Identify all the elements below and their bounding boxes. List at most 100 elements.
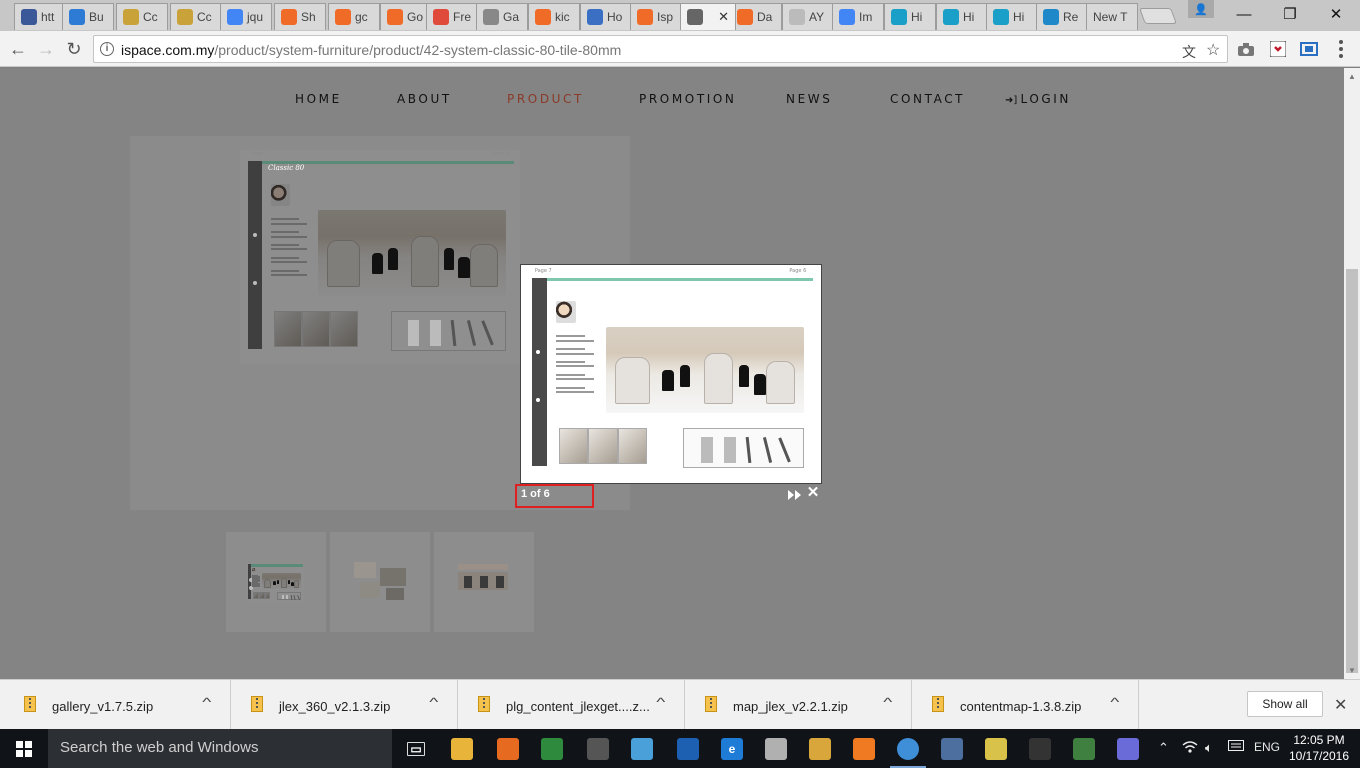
taskbar-app[interactable] bbox=[530, 729, 574, 768]
catalog-component bbox=[408, 320, 420, 346]
forward-button[interactable]: → bbox=[34, 37, 58, 61]
catalog-components-panel bbox=[391, 310, 506, 352]
scroll-up-arrow[interactable]: ▲ bbox=[1348, 72, 1356, 81]
back-button[interactable]: ← bbox=[6, 37, 30, 61]
taskbar-app[interactable] bbox=[1106, 729, 1150, 768]
catalog-text-line bbox=[555, 335, 586, 338]
browser-tab[interactable]: gc bbox=[328, 3, 380, 30]
taskbar-app[interactable] bbox=[974, 729, 1018, 768]
show-all-downloads-button[interactable]: Show all bbox=[1247, 691, 1323, 717]
taskbar-search-box[interactable]: Search the web and Windows bbox=[48, 729, 392, 768]
nav-link-promotion[interactable]: PROMOTION bbox=[639, 92, 737, 106]
browser-tab[interactable]: Bu bbox=[62, 3, 114, 30]
camera-extension-icon[interactable] bbox=[1236, 39, 1256, 59]
browser-tab[interactable]: Isp bbox=[630, 3, 682, 30]
browser-tab[interactable]: Hi bbox=[936, 3, 988, 30]
browser-tab[interactable]: AY bbox=[782, 3, 834, 30]
browser-tab[interactable]: Hi bbox=[986, 3, 1038, 30]
bookmark-star-icon[interactable]: ☆ bbox=[1206, 40, 1220, 60]
catalog-text-line bbox=[555, 339, 595, 342]
address-bar[interactable]: i ispace.com.my/product/system-furniture… bbox=[93, 35, 1228, 63]
catalog-text-line bbox=[252, 585, 260, 588]
pocket-extension-icon[interactable] bbox=[1268, 39, 1288, 59]
scroll-down-arrow[interactable]: ▼ bbox=[1348, 666, 1356, 675]
browser-tab[interactable]: Cc bbox=[170, 3, 222, 30]
browser-tab[interactable]: Ga bbox=[476, 3, 528, 30]
minimize-button[interactable]: — bbox=[1224, 0, 1264, 28]
browser-tab[interactable]: Cc bbox=[116, 3, 168, 30]
browser-tab[interactable]: Im bbox=[832, 3, 884, 30]
volume-icon[interactable]: 🔈︎ bbox=[1205, 740, 1213, 756]
nav-link-product[interactable]: PRODUCT bbox=[507, 92, 584, 106]
chevron-up-icon[interactable]: ^ bbox=[202, 695, 211, 709]
url-text[interactable]: ispace.com.my/product/system-furniture/p… bbox=[121, 42, 621, 58]
browser-tab[interactable]: jqu bbox=[220, 3, 272, 30]
download-item[interactable]: plg_content_jlexget....z... ^ bbox=[458, 680, 685, 730]
browser-menu-button[interactable] bbox=[1335, 39, 1347, 59]
browser-tab[interactable]: Da bbox=[730, 3, 782, 30]
chevron-up-icon[interactable]: ^ bbox=[656, 695, 665, 709]
tab-close-icon[interactable]: ✕ bbox=[718, 9, 729, 25]
taskbar-app[interactable] bbox=[666, 729, 710, 768]
taskbar-app[interactable] bbox=[576, 729, 620, 768]
taskbar-app[interactable] bbox=[754, 729, 798, 768]
system-clock[interactable]: 12:05 PM 10/17/2016 bbox=[1283, 732, 1355, 764]
taskbar-app[interactable] bbox=[1062, 729, 1106, 768]
catalog-desk bbox=[765, 361, 796, 404]
taskbar-app[interactable] bbox=[798, 729, 842, 768]
nav-link-login[interactable]: ➜] LOGIN bbox=[1005, 92, 1071, 106]
download-item[interactable]: gallery_v1.7.5.zip ^ bbox=[4, 680, 231, 730]
browser-tab[interactable]: Fre bbox=[426, 3, 478, 30]
wifi-icon[interactable] bbox=[1182, 740, 1198, 757]
browser-tab[interactable]: htt bbox=[14, 3, 66, 30]
lightbox-close-icon[interactable]: ✕ bbox=[806, 485, 820, 500]
notifications-icon[interactable] bbox=[1228, 740, 1244, 757]
start-button[interactable] bbox=[0, 729, 48, 768]
taskbar-app[interactable]: ▭ bbox=[394, 729, 438, 768]
download-shelf-close-icon[interactable]: ✕ bbox=[1334, 695, 1347, 715]
screen-capture-extension-icon[interactable] bbox=[1299, 39, 1319, 59]
download-item[interactable]: contentmap-1.3.8.zip ^ bbox=[912, 680, 1139, 730]
gallery-thumbnail-3[interactable] bbox=[434, 532, 534, 632]
chevron-up-icon[interactable]: ^ bbox=[1110, 695, 1119, 709]
slideshow-play-icon[interactable] bbox=[787, 488, 803, 501]
browser-tab[interactable]: Sh bbox=[274, 3, 326, 30]
taskbar-app[interactable] bbox=[886, 729, 930, 768]
taskbar-app[interactable] bbox=[440, 729, 484, 768]
chevron-up-icon[interactable]: ^ bbox=[429, 695, 438, 709]
gallery-thumbnail-2[interactable] bbox=[330, 532, 430, 632]
browser-tab[interactable]: kic bbox=[528, 3, 580, 30]
nav-link-contact[interactable]: CONTACT bbox=[890, 92, 965, 106]
translate-icon[interactable]: 文 bbox=[1182, 42, 1196, 62]
taskbar-app[interactable] bbox=[620, 729, 664, 768]
new-tab-button[interactable] bbox=[1139, 8, 1177, 24]
browser-tab[interactable]: Re bbox=[1036, 3, 1088, 30]
nav-link-about[interactable]: ABOUT bbox=[397, 92, 452, 106]
taskbar-app[interactable]: e bbox=[710, 729, 754, 768]
window-close-button[interactable]: ✕ bbox=[1316, 0, 1356, 28]
browser-tab[interactable]: ✕ bbox=[680, 3, 736, 30]
profile-button[interactable]: 👤 bbox=[1188, 0, 1214, 18]
download-item[interactable]: jlex_360_v2.1.3.zip ^ bbox=[231, 680, 458, 730]
browser-tab[interactable]: Hi bbox=[884, 3, 936, 30]
tray-overflow-chevron-icon[interactable]: ⌃ bbox=[1158, 740, 1169, 756]
browser-tab[interactable]: Go bbox=[380, 3, 432, 30]
gallery-thumbnail-1[interactable] bbox=[226, 532, 326, 632]
page-scrollbar[interactable]: ▲ ▼ bbox=[1344, 68, 1360, 679]
taskbar-app[interactable] bbox=[1018, 729, 1062, 768]
nav-link-home[interactable]: HOME bbox=[295, 92, 342, 106]
taskbar-app[interactable] bbox=[930, 729, 974, 768]
nav-link-news[interactable]: NEWS bbox=[786, 92, 832, 106]
download-item[interactable]: map_jlex_v2.2.1.zip ^ bbox=[685, 680, 912, 730]
browser-tab[interactable]: New T bbox=[1086, 3, 1138, 30]
browser-tab[interactable]: Ho bbox=[580, 3, 632, 30]
language-indicator[interactable]: ENG bbox=[1254, 740, 1280, 754]
site-info-icon[interactable]: i bbox=[100, 42, 114, 56]
maximize-button[interactable]: ❐ bbox=[1270, 0, 1310, 28]
taskbar-app[interactable] bbox=[842, 729, 886, 768]
lightbox-image[interactable]: Page 7 Page 6 Classic 80 bbox=[523, 267, 819, 481]
scrollbar-thumb[interactable] bbox=[1346, 269, 1358, 673]
taskbar-app[interactable] bbox=[486, 729, 530, 768]
reload-button[interactable]: ↻ bbox=[62, 37, 86, 61]
chevron-up-icon[interactable]: ^ bbox=[883, 695, 892, 709]
